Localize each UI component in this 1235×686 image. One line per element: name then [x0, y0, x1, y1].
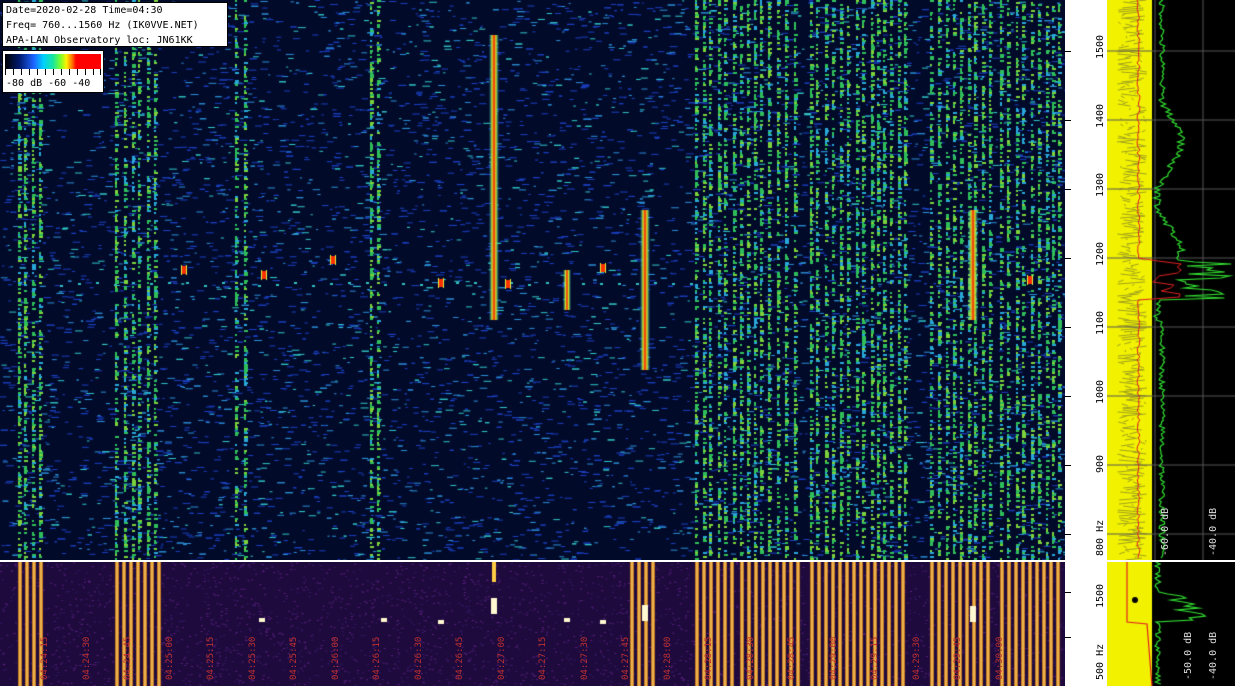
freq-tick: [1065, 534, 1071, 535]
freq-label: 1000: [1095, 379, 1106, 404]
time-label: 04:27:15: [538, 636, 548, 680]
observatory-text: APA-LAN Observatory loc: JN61KK: [6, 35, 193, 46]
time-label: 04:25:45: [289, 636, 299, 680]
db-label: -40.0 dB: [1208, 507, 1219, 556]
db-label: -50.0 dB: [1183, 631, 1194, 680]
freq-label: 1400: [1095, 103, 1106, 128]
time-label: 04:26:00: [330, 636, 341, 680]
freq-label: 1100: [1095, 310, 1106, 335]
time-label: 04:25:30: [247, 636, 258, 680]
freq-tick: [1065, 465, 1071, 466]
freq-tick: [1065, 327, 1071, 328]
freq-label: 1300: [1095, 172, 1106, 197]
freq-tick: [1065, 51, 1071, 52]
time-label: 04:27:30: [579, 636, 590, 680]
time-label: 04:30:00: [994, 636, 1005, 680]
frequency-axis: 1500 1400 1300 1200 1100 1000 900 800 Hz: [1065, 0, 1107, 560]
freq-tick: [1065, 637, 1071, 638]
info-header: Date=2020-02-28 Time=04:30 Freq= 760...1…: [2, 2, 228, 47]
legend-ticks: [5, 69, 101, 75]
freq-tick: [1065, 258, 1071, 259]
freq-label: 500 Hz: [1095, 643, 1106, 680]
time-label: 04:28:45: [787, 636, 797, 680]
date-time-text: Date=2020-02-28 Time=04:30: [6, 5, 163, 16]
panel-divider: [0, 560, 1235, 562]
color-scale-legend: -80 dB -60 -40: [2, 50, 104, 93]
freq-label: 1500: [1095, 583, 1106, 608]
db-label: -40.0 dB: [1208, 631, 1219, 680]
time-label: 04:25:00: [164, 636, 175, 680]
freq-label: 900: [1095, 454, 1106, 473]
waterfall-spectrogram: [0, 0, 1065, 560]
freq-tick: [1065, 592, 1071, 593]
freq-label: 1500: [1095, 34, 1106, 59]
legend-labels: -80 dB -60 -40: [6, 78, 91, 89]
time-label: 04:24:45: [123, 636, 133, 680]
time-label: 04:28:30: [745, 636, 756, 680]
time-label: 04:29:15: [870, 636, 880, 680]
time-label: 04:29:45: [953, 636, 963, 680]
time-label: 04:28:00: [662, 636, 673, 680]
time-label: 04:27:00: [496, 636, 507, 680]
time-label: 04:26:30: [413, 636, 424, 680]
time-label: 04:26:15: [372, 636, 382, 680]
db-label: -60.0 dB: [1160, 507, 1171, 556]
secondary-waterfall: [0, 562, 1065, 686]
freq-tick: [1065, 189, 1071, 190]
freq-tick: [1065, 396, 1071, 397]
frequency-range-text: Freq= 760...1560 Hz (IK0VVE.NET): [6, 20, 199, 31]
freq-tick: [1065, 120, 1071, 121]
spectrum-plot: [1107, 0, 1235, 560]
time-label: 04:27:45: [621, 636, 631, 680]
time-label: 04:24:15: [40, 636, 50, 680]
freq-label: 1200: [1095, 241, 1106, 266]
time-label: 04:29:00: [828, 636, 839, 680]
time-label: 04:24:30: [81, 636, 92, 680]
time-label: 04:26:45: [455, 636, 465, 680]
time-label: 04:29:30: [911, 636, 922, 680]
time-label: 04:28:15: [704, 636, 714, 680]
frequency-axis-bottom: 1500 500 Hz: [1065, 562, 1107, 686]
color-gradient: [5, 54, 101, 69]
freq-label: 800 Hz: [1095, 519, 1106, 556]
time-label: 04:25:15: [206, 636, 216, 680]
